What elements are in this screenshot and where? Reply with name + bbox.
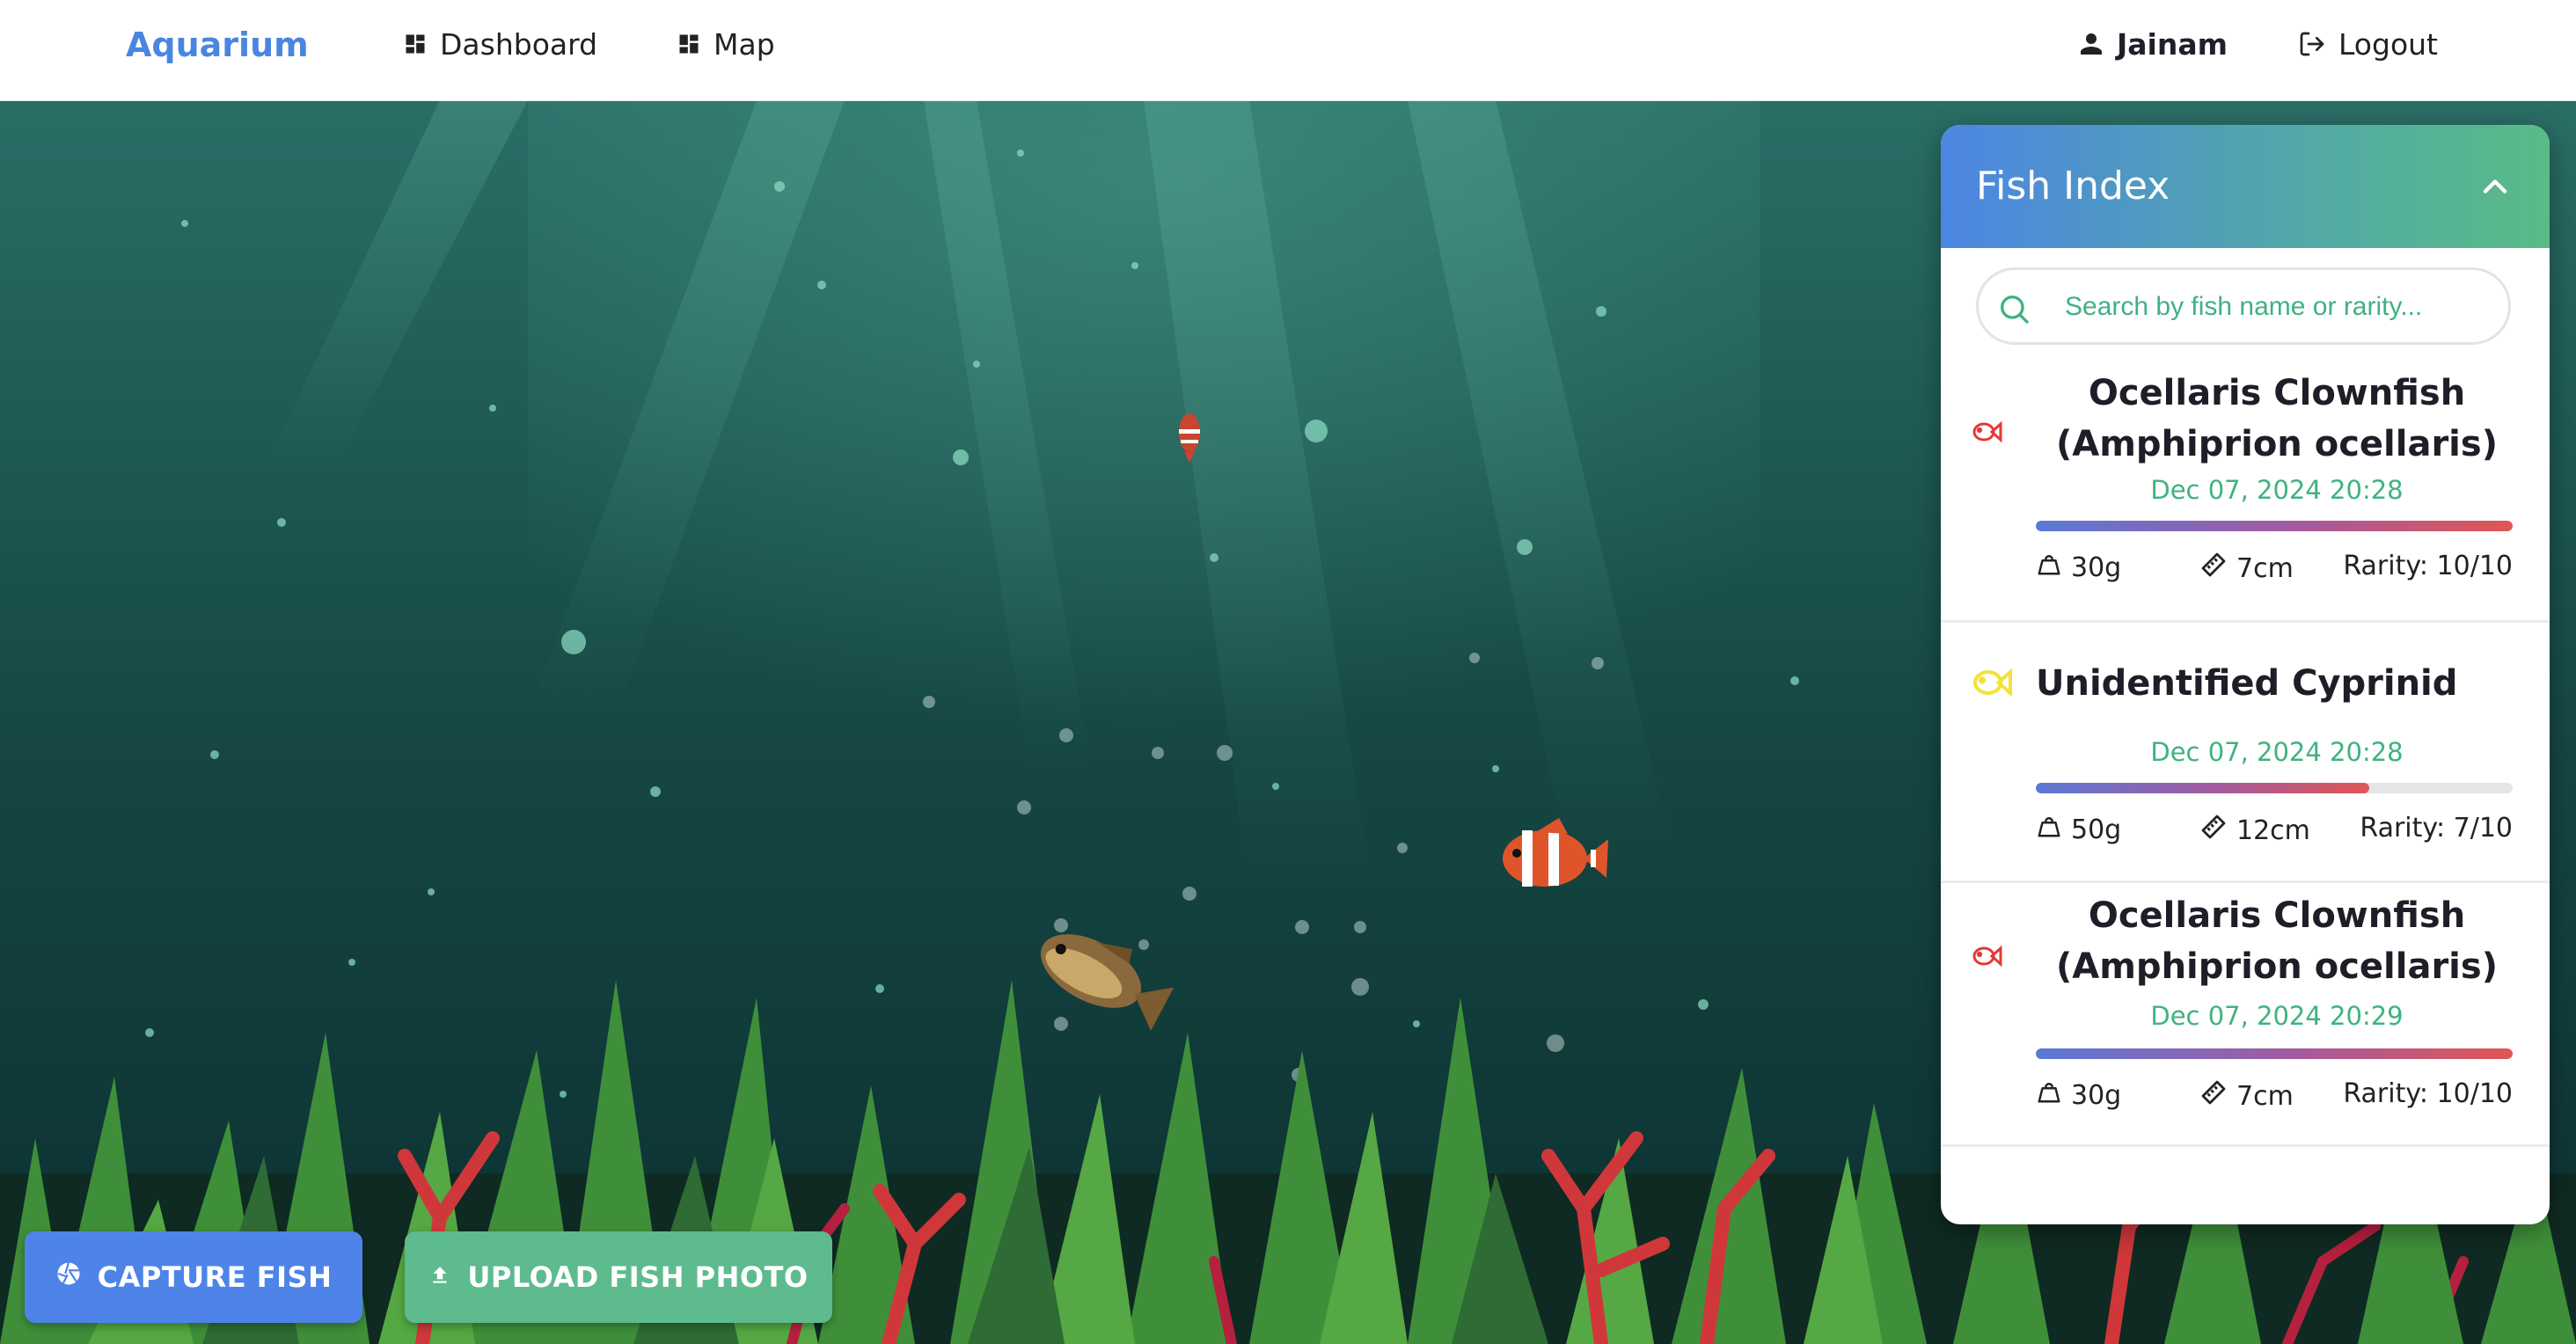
fish-icon [1972,943,2002,973]
weight-stat: 30g [2036,1078,2121,1112]
user-icon [2078,31,2104,57]
fish-name: Unidentified Cyprinid [2036,663,2458,704]
search-input[interactable] [2063,282,2498,332]
top-navbar: Aquarium Dashboard Map Jainam Logout [0,0,2576,101]
fish-card[interactable]: Ocellaris Clownfish (Amphiprion ocellari… [1941,883,2550,1147]
fish-index-title: Fish Index [1976,164,2170,208]
rarity-bar-fill [2036,521,2513,531]
nav-map-label: Map [714,26,775,62]
capture-date: Dec 07, 2024 20:28 [2150,475,2404,505]
length-stat: 7cm [2199,551,2294,586]
logout-label: Logout [2338,26,2438,62]
aquarium-page: Aquarium Dashboard Map Jainam Logout Fis… [0,0,2576,1344]
rarity-stat: Rarity: 7/10 [2360,813,2513,844]
nav-dashboard-label: Dashboard [440,26,598,62]
dashboard-icon [403,32,428,56]
search-box [1976,267,2511,345]
user-name: Jainam [2117,26,2228,62]
weight-stat: 50g [2036,813,2121,846]
fish-card[interactable]: Unidentified Cyprinid Dec 07, 2024 20:28… [1941,623,2550,883]
fish-index-panel: Fish Index Ocellaris Clownfish ( [1941,125,2550,1224]
rarity-bar-fill [2036,783,2370,793]
aperture-icon [55,1260,82,1294]
capture-fish-button[interactable]: CAPTURE FISH [25,1231,362,1323]
capture-date: Dec 07, 2024 20:28 [2150,737,2404,767]
logout-button[interactable]: Logout [2298,25,2438,63]
weight-icon [2036,1078,2062,1112]
rarity-bar [2036,521,2513,531]
rarity-stat: Rarity: 10/10 [2343,551,2513,581]
search-icon [1996,291,2031,330]
ruler-icon [2199,813,2228,848]
fish-icon [1972,419,2002,449]
weight-icon [2036,813,2062,846]
fish-icon [1972,665,2013,704]
upload-fish-photo-label: UPLOAD FISH PHOTO [467,1260,809,1294]
upload-icon [428,1260,451,1294]
ruler-icon [2199,1078,2228,1114]
dashboard-icon [677,32,701,56]
fish-index-header: Fish Index [1941,125,2550,248]
fish-card[interactable]: Ocellaris Clownfish (Amphiprion ocellari… [1941,361,2550,623]
weight-stat: 30g [2036,551,2121,584]
length-stat: 7cm [2199,1078,2294,1114]
user-menu[interactable]: Jainam [2078,25,2228,63]
fish-name: Ocellaris Clownfish (Amphiprion ocellari… [2056,895,2498,987]
rarity-bar [2036,783,2513,793]
rarity-bar [2036,1048,2513,1059]
rarity-stat: Rarity: 10/10 [2343,1078,2513,1109]
fish-name: Ocellaris Clownfish (Amphiprion ocellari… [2056,373,2498,464]
chevron-up-icon [2476,179,2514,209]
logout-icon [2298,30,2326,58]
brand-logo[interactable]: Aquarium [126,23,309,67]
rarity-bar-fill [2036,1048,2513,1059]
collapse-button[interactable] [2476,167,2514,206]
length-stat: 12cm [2199,813,2310,848]
capture-fish-label: CAPTURE FISH [97,1260,333,1294]
nav-dashboard[interactable]: Dashboard [403,25,597,63]
capture-date: Dec 07, 2024 20:29 [2150,1001,2404,1031]
weight-icon [2036,551,2062,584]
ruler-icon [2199,551,2228,586]
upload-fish-photo-button[interactable]: UPLOAD FISH PHOTO [405,1231,832,1323]
fish-list: Ocellaris Clownfish (Amphiprion ocellari… [1941,361,2550,1224]
nav-map[interactable]: Map [677,25,775,63]
